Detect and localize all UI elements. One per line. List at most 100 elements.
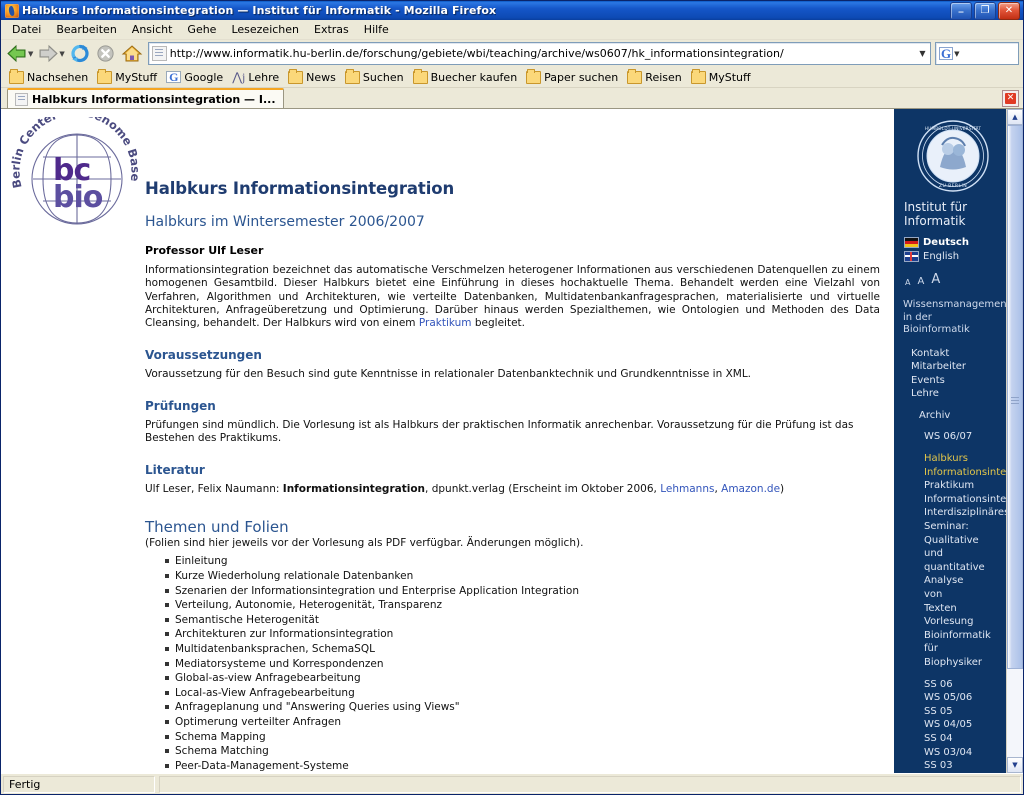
font-size-medium-button[interactable]: A (917, 276, 924, 287)
bookmark-reisen[interactable]: Reisen (623, 68, 685, 85)
tab-favicon (15, 92, 28, 106)
list-item: Semantische Heterogenität (165, 613, 880, 628)
tab-label: Halbkurs Informationsintegration — I... (32, 92, 276, 106)
pruefungen-body: Prüfungen sind mündlich. Die Vorlesung i… (145, 419, 854, 445)
themen-list: Einleitung Kurze Wiederholung relational… (145, 554, 880, 773)
page-viewport: Berlin Center for Genome Based Bioinform… (1, 109, 1023, 773)
back-button[interactable] (5, 42, 29, 65)
sidebar-item-lehre[interactable]: Lehre (911, 387, 1000, 401)
google-favicon: G (166, 71, 182, 83)
url-dropdown-icon[interactable]: ▼ (915, 49, 930, 58)
scroll-down-button[interactable]: ▼ (1007, 757, 1023, 773)
maximize-button[interactable]: ❐ (974, 1, 996, 20)
close-icon: ✕ (1004, 4, 1014, 16)
sidebar-item-ss06[interactable]: SS 06 (924, 678, 1000, 692)
sidebar-item-events[interactable]: Events (911, 374, 1000, 388)
forward-button[interactable] (36, 42, 60, 65)
menu-gehe[interactable]: Gehe (180, 21, 223, 38)
bookmark-lehre[interactable]: ⋀j Lehre (228, 69, 283, 86)
sidebar-item-ws0405[interactable]: WS 04/05 (924, 718, 1000, 732)
bookmark-google[interactable]: G Google (162, 70, 227, 85)
german-flag-icon (904, 237, 919, 248)
scrollbar-track[interactable] (1007, 125, 1023, 757)
lehre-favicon: ⋀j (232, 69, 246, 84)
menu-hilfe[interactable]: Hilfe (357, 21, 396, 38)
page-content-area: Berlin Center for Genome Based Bioinform… (1, 109, 1006, 773)
course-line: für (924, 643, 938, 655)
minimize-button[interactable]: _ (950, 1, 972, 20)
bookmark-news[interactable]: News (284, 68, 340, 85)
bookmark-mystuff-2[interactable]: MyStuff (687, 68, 755, 85)
font-size-small-button[interactable]: A (905, 278, 910, 287)
sidebar-group-title: Wissensmanagement in der Bioinformatik (903, 299, 1006, 337)
tab-halbkurs-informationsintegration[interactable]: Halbkurs Informationsintegration — I... (7, 88, 284, 108)
sidebar-item-ws0607[interactable]: WS 06/07 (924, 430, 1000, 444)
menu-extras[interactable]: Extras (307, 21, 356, 38)
praktikum-link[interactable]: Praktikum (419, 317, 472, 329)
list-item: Mediatorsysteme und Korrespondenzen (165, 657, 880, 672)
main-content: Berlin Center for Genome Based Bioinform… (1, 109, 894, 773)
bookmark-label: Buecher kaufen (430, 70, 518, 84)
crest-bottom-text: ZU BERLIN (939, 183, 967, 189)
amazon-link[interactable]: Amazon.de (721, 483, 780, 495)
sidebar-item-ws0304[interactable]: WS 03/04 (924, 746, 1000, 760)
scrollbar-thumb[interactable] (1007, 125, 1023, 669)
url-bar[interactable]: http://www.informatik.hu-berlin.de/forsc… (147, 42, 931, 65)
heading-voraussetzungen: Voraussetzungen (145, 348, 262, 363)
sidebar-institute-title: Institut für Informatik (904, 200, 1000, 228)
sidebar-item-ss04[interactable]: SS 04 (924, 732, 1000, 746)
heading-literatur: Literatur (145, 463, 205, 478)
sidebar-item-praktikum-informationsintegration[interactable]: Praktikum Informationsintegra (924, 479, 1006, 506)
font-size-large-button[interactable]: A (931, 272, 940, 287)
folder-icon (412, 68, 428, 84)
scroll-up-button[interactable]: ▲ (1007, 109, 1023, 125)
stop-button[interactable] (94, 42, 118, 65)
close-window-button[interactable]: ✕ (998, 1, 1020, 20)
language-link-english[interactable]: English (904, 251, 1000, 262)
reload-button[interactable] (68, 42, 92, 65)
menu-datei[interactable]: Datei (5, 21, 48, 38)
home-icon (121, 45, 143, 62)
folder-icon (526, 68, 542, 84)
home-button[interactable] (120, 42, 144, 65)
navigation-toolbar: ▼ ▼ http://www.informatik.hu-berlin.de/f… (1, 40, 1023, 67)
folder-icon (97, 68, 113, 84)
close-tab-button[interactable]: ✕ (1002, 90, 1019, 107)
list-item: Schema Matching (165, 744, 880, 759)
bookmark-label: Reisen (645, 70, 682, 84)
sidebar-item-halbkurs-informationsintegration[interactable]: Halbkurs Informationsintegra (924, 452, 1006, 479)
course-line: Vorlesung (924, 616, 974, 628)
bookmark-nachsehen[interactable]: Nachsehen (5, 68, 92, 85)
search-input[interactable] (959, 46, 1010, 61)
menu-lesezeichen[interactable]: Lesezeichen (224, 21, 306, 38)
sidebar-item-ss03[interactable]: SS 03 (924, 759, 1000, 773)
literatur-body: Ulf Leser, Felix Naumann: Informationsin… (145, 483, 880, 496)
search-box[interactable]: G ▼ (935, 42, 1019, 65)
lehmanns-link[interactable]: Lehmanns (660, 483, 714, 495)
bookmark-paper-suchen[interactable]: Paper suchen (522, 68, 622, 85)
sidebar-item-archiv[interactable]: Archiv (919, 409, 1000, 423)
bookmark-suchen[interactable]: Suchen (341, 68, 408, 85)
sidebar-item-kontakt[interactable]: Kontakt (911, 347, 1000, 361)
folder-icon (690, 68, 706, 84)
bookmarks-toolbar: Nachsehen MyStuff G Google ⋀j Lehre News… (1, 67, 1023, 88)
scrollbar-grip-icon (1011, 396, 1019, 404)
bookmark-label: Lehre (248, 70, 280, 84)
url-text: http://www.informatik.hu-berlin.de/forsc… (169, 47, 784, 60)
sidebar-item-interdisziplinaeres-seminar[interactable]: Interdisziplinäres Seminar: Qualitative … (924, 506, 1006, 615)
sidebar-item-mitarbeiter[interactable]: Mitarbeiter (911, 360, 1000, 374)
menu-ansicht[interactable]: Ansicht (125, 21, 180, 38)
bookmark-buecher-kaufen[interactable]: Buecher kaufen (409, 68, 522, 85)
sidebar-item-ss05[interactable]: SS 05 (924, 705, 1000, 719)
menu-bearbeiten[interactable]: Bearbeiten (49, 21, 123, 38)
list-item: Verteilung, Autonomie, Heterogenität, Tr… (165, 598, 880, 613)
bookmark-mystuff-1[interactable]: MyStuff (93, 68, 161, 85)
google-search-icon[interactable]: G (939, 47, 954, 60)
bookmark-label: MyStuff (708, 70, 751, 84)
folder-icon (627, 68, 643, 84)
site-sidebar: HUMBOLDT-UNIVERSITÄT ZU BERLIN Institut … (894, 109, 1006, 773)
vertical-scrollbar[interactable]: ▲ ▼ (1006, 109, 1023, 773)
sidebar-item-vorlesung-bioinformatik-fuer-biophysiker[interactable]: Vorlesung Bioinformatik für Biophysiker (924, 615, 1000, 669)
sidebar-item-ws0506[interactable]: WS 05/06 (924, 691, 1000, 705)
language-link-deutsch[interactable]: Deutsch (904, 237, 1000, 248)
